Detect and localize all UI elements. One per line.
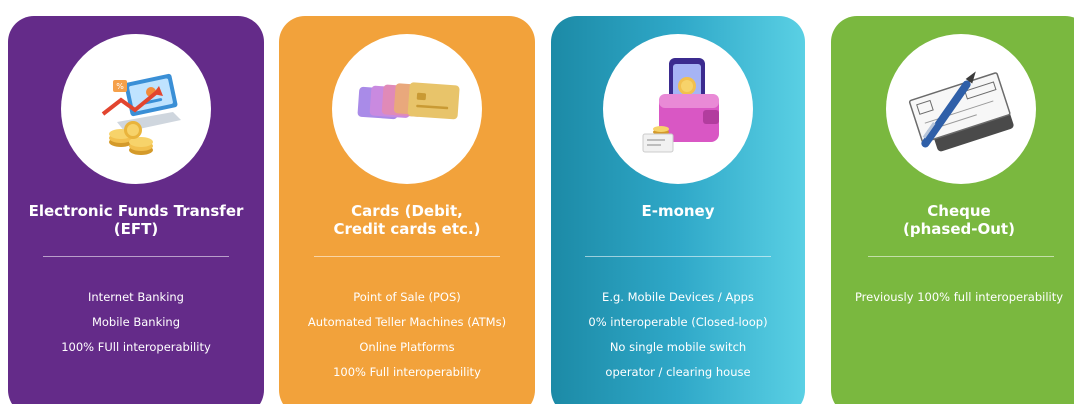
svg-text:%: % [116, 82, 124, 91]
list-item: 100% FUll interoperability [61, 340, 211, 354]
card-eft: % Electronic Funds Transfer (EFT) Intern… [8, 16, 264, 404]
card-emoney: E-money E.g. Mobile Devices / Apps 0% in… [551, 16, 805, 404]
card-title: Electronic Funds Transfer (EFT) [28, 202, 244, 238]
card-title: E-money [641, 202, 715, 220]
list-item: 100% Full interoperability [333, 365, 481, 379]
list-item: Online Platforms [359, 340, 455, 354]
card-items: Point of Sale (POS) Automated Teller Mac… [279, 288, 535, 388]
card-items: Internet Banking Mobile Banking 100% FUl… [8, 288, 264, 363]
card-title: Cheque (phased-Out) [903, 202, 1015, 238]
divider [868, 256, 1054, 257]
divider [314, 256, 500, 257]
mobile-wallet-icon [603, 34, 753, 184]
card-items: E.g. Mobile Devices / Apps 0% interopera… [551, 288, 805, 388]
card-cards: Cards (Debit, Credit cards etc.) Point o… [279, 16, 535, 404]
card-items: Previously 100% full interoperability [831, 288, 1074, 313]
list-item: No single mobile switch [609, 340, 747, 354]
cheque-pen-icon [886, 34, 1036, 184]
list-item: Internet Banking [88, 290, 184, 304]
list-item: Mobile Banking [91, 315, 181, 329]
list-item: Point of Sale (POS) [353, 290, 461, 304]
list-item: E.g. Mobile Devices / Apps [602, 290, 754, 304]
card-cheque: Cheque (phased-Out) Previously 100% full… [831, 16, 1074, 404]
credit-cards-icon [332, 34, 482, 184]
divider [43, 256, 229, 257]
laptop-payment-icon: % [61, 34, 211, 184]
card-title: Cards (Debit, Credit cards etc.) [333, 202, 481, 238]
list-item: Automated Teller Machines (ATMs) [307, 315, 507, 329]
list-item: operator / clearing house [605, 365, 751, 379]
divider [585, 256, 771, 257]
list-item: 0% interoperable (Closed-loop) [588, 315, 768, 329]
payment-channels-panel: % Electronic Funds Transfer (EFT) Intern… [0, 0, 1074, 404]
list-item: Previously 100% full interoperability [854, 290, 1064, 304]
